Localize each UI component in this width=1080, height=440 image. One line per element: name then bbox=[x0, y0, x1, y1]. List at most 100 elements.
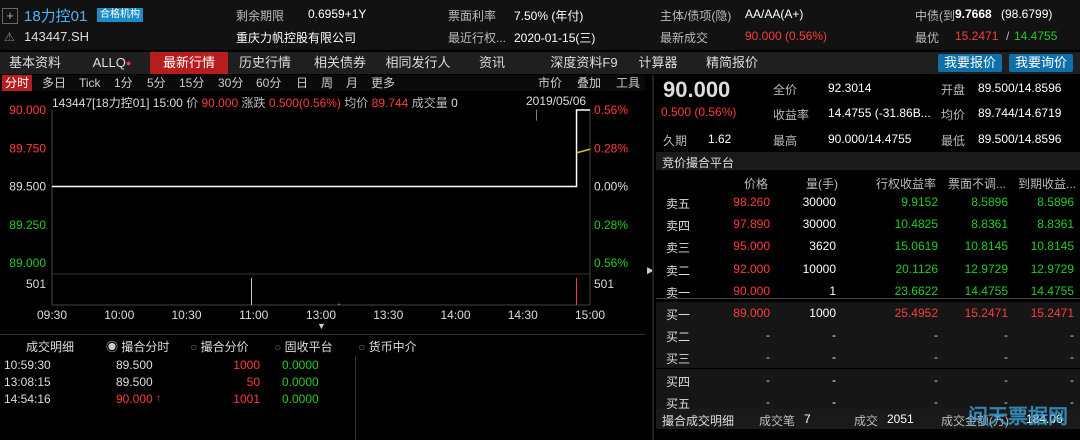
level-maturity-yield: 14.4755 bbox=[1030, 283, 1074, 298]
y-tick-right: 0.28% bbox=[594, 141, 628, 155]
y-tick-left: 89.750 bbox=[9, 141, 46, 155]
level-maturity-yield: 8.8361 bbox=[1037, 217, 1074, 232]
level-label: 卖五 bbox=[666, 197, 691, 211]
bid-row[interactable]: 买二 - - - - - bbox=[656, 324, 1080, 347]
tab-more[interactable]: 更多 bbox=[371, 75, 395, 91]
radio-selected-icon: ◉ bbox=[106, 340, 119, 354]
tab-intraday[interactable]: 分时 bbox=[2, 75, 33, 91]
bid-row[interactable]: 买一 89.000 1000 25.4952 15.2471 15.2471 bbox=[656, 302, 1080, 324]
trade-qty: 50 bbox=[246, 375, 260, 389]
tab-overlay[interactable]: 叠加 bbox=[577, 75, 601, 91]
level-qty: - bbox=[832, 394, 836, 409]
issuer-name: 重庆力帆控股有限公司 bbox=[236, 31, 357, 45]
x-tick: 10:30 bbox=[171, 308, 201, 322]
exercise-label: 最近行权... bbox=[448, 31, 507, 45]
watermark: 问天票据网 bbox=[968, 406, 1068, 428]
last-price: 90.000 bbox=[663, 77, 731, 102]
duration-value: 1.62 bbox=[708, 132, 732, 146]
tab-month[interactable]: 月 bbox=[346, 75, 358, 91]
chinabond-yield: 9.7668 bbox=[955, 7, 992, 21]
tab-market-price[interactable]: 市价 bbox=[538, 75, 562, 91]
tab-day[interactable]: 日 bbox=[296, 75, 308, 91]
volume-label-right: 501 bbox=[594, 277, 614, 291]
menu-same-issuer[interactable]: 相同发行人 bbox=[380, 52, 456, 74]
bid-row[interactable]: 买三 - - - - - bbox=[656, 346, 1080, 369]
coupon-value: 7.50% (年付) bbox=[514, 9, 584, 23]
level-exercise-yield: 10.4825 bbox=[894, 217, 938, 232]
orderbook-title: 竞价撮合平台 bbox=[662, 156, 735, 170]
orderbook-title-bar: 竞价撮合平台 bbox=[656, 152, 1080, 170]
level-maturity-yield: - bbox=[1070, 372, 1074, 387]
ask-row[interactable]: 卖五 98.260 30000 9.9152 8.5896 8.5896 bbox=[656, 191, 1080, 213]
bid-row[interactable]: 买四 - - - - - bbox=[656, 368, 1080, 391]
up-arrow-icon: ↑ bbox=[156, 393, 161, 404]
radio-match-intraday[interactable]: ◉ 撮合分时 bbox=[106, 338, 169, 355]
menu-simple-quote[interactable]: 精简报价 bbox=[700, 52, 764, 74]
coupon-label: 票面利率 bbox=[448, 9, 497, 23]
level-qty: - bbox=[832, 350, 836, 365]
menu-allq[interactable]: ALLQ● bbox=[84, 52, 140, 74]
col-coupon-fixed: 票面不调... bbox=[948, 177, 1007, 191]
radio-label: 固收平台 bbox=[284, 340, 333, 354]
count-label: 成交笔 bbox=[759, 414, 796, 428]
radio-match-price[interactable]: ○ 撮合分价 bbox=[190, 338, 249, 355]
bond-code: 143447.SH bbox=[24, 29, 90, 44]
x-tick: 11:00 bbox=[239, 308, 268, 322]
bell-icon[interactable]: ⚠ bbox=[4, 30, 15, 44]
radio-money-broker[interactable]: ○ 货币中介 bbox=[358, 338, 417, 355]
menu-basic-info[interactable]: 基本资料 bbox=[2, 52, 68, 74]
x-tick: 15:00 bbox=[575, 308, 605, 322]
tab-1min[interactable]: 1分 bbox=[114, 75, 133, 91]
radio-label: 撮合分价 bbox=[200, 340, 249, 354]
level-qty: 30000 bbox=[802, 195, 836, 209]
tab-5min[interactable]: 5分 bbox=[147, 75, 166, 91]
tab-30min[interactable]: 30分 bbox=[218, 75, 243, 91]
rating-label: 主体/债项(隐) bbox=[660, 9, 732, 23]
tab-multiday[interactable]: 多日 bbox=[42, 75, 66, 91]
collapse-arrow-icon[interactable]: ▼ bbox=[317, 321, 326, 331]
level-exercise-yield: 25.4952 bbox=[894, 306, 938, 320]
add-icon[interactable]: + bbox=[2, 8, 18, 24]
y-tick-right: 0.00% bbox=[594, 180, 628, 194]
menu-deep-f9[interactable]: 深度资料F9 bbox=[546, 52, 622, 74]
tab-tools[interactable]: 工具 bbox=[616, 75, 640, 91]
high-value: 90.000/14.4755 bbox=[828, 132, 912, 146]
menu-news[interactable]: 资讯 bbox=[472, 52, 512, 74]
tab-60min[interactable]: 60分 bbox=[256, 75, 281, 91]
qualified-badge: 合格机构 bbox=[97, 8, 143, 22]
quote-button[interactable]: 我要报价 bbox=[938, 54, 1003, 72]
level-coupon-yield: - bbox=[1004, 350, 1008, 365]
tab-15min[interactable]: 15分 bbox=[179, 75, 204, 91]
x-tick: 14:00 bbox=[440, 308, 470, 322]
remaining-term-value: 0.6959+1Y bbox=[308, 7, 367, 21]
y-tick-left: 89.250 bbox=[9, 218, 46, 232]
tab-tick[interactable]: Tick bbox=[79, 75, 101, 91]
intraday-chart[interactable]: 90.000 0.56% 89.750 0.28% 89.500 0.00% 89.250 0… bbox=[0, 100, 645, 322]
ask-row[interactable]: 卖二 92.000 10000 20.1126 12.9729 12.9729 bbox=[656, 258, 1080, 280]
level-label: 卖三 bbox=[666, 241, 691, 256]
trade-qty: 1001 bbox=[233, 392, 260, 406]
y-tick-right: 0.56% bbox=[594, 103, 628, 117]
level-price: - bbox=[766, 350, 770, 365]
level-exercise-yield: 9.9152 bbox=[901, 195, 938, 209]
level-coupon-yield: 8.8361 bbox=[971, 217, 1008, 232]
ask-row[interactable]: 卖四 97.890 30000 10.4825 8.8361 8.8361 bbox=[656, 213, 1080, 235]
trade-price: 89.500 bbox=[116, 358, 153, 372]
deal-label: 成交 bbox=[854, 414, 879, 428]
tab-week[interactable]: 周 bbox=[321, 75, 333, 91]
trade-price: 89.500 bbox=[116, 375, 153, 389]
duration-label: 久期 bbox=[663, 134, 688, 148]
level-coupon-yield: - bbox=[1004, 328, 1008, 343]
level-maturity-yield: - bbox=[1070, 350, 1074, 365]
menu-related-bonds[interactable]: 相关债券 bbox=[308, 52, 372, 74]
level-qty: - bbox=[832, 328, 836, 343]
menu-calculator[interactable]: 计算器 bbox=[634, 52, 682, 74]
radio-fixed-income[interactable]: ○ 固收平台 bbox=[274, 338, 333, 355]
trade-yield: 0.0000 bbox=[282, 392, 319, 406]
low-value: 89.500/14.8596 bbox=[978, 132, 1062, 146]
ask-row[interactable]: 卖三 95.000 3620 15.0619 10.8145 10.8145 bbox=[656, 235, 1080, 257]
menu-history-quote[interactable]: 历史行情 bbox=[233, 52, 297, 74]
menu-latest-quote[interactable]: 最新行情 bbox=[150, 52, 228, 74]
inquiry-button[interactable]: 我要询价 bbox=[1009, 54, 1074, 72]
col-exercise-yield: 行权收益率 bbox=[876, 177, 937, 191]
